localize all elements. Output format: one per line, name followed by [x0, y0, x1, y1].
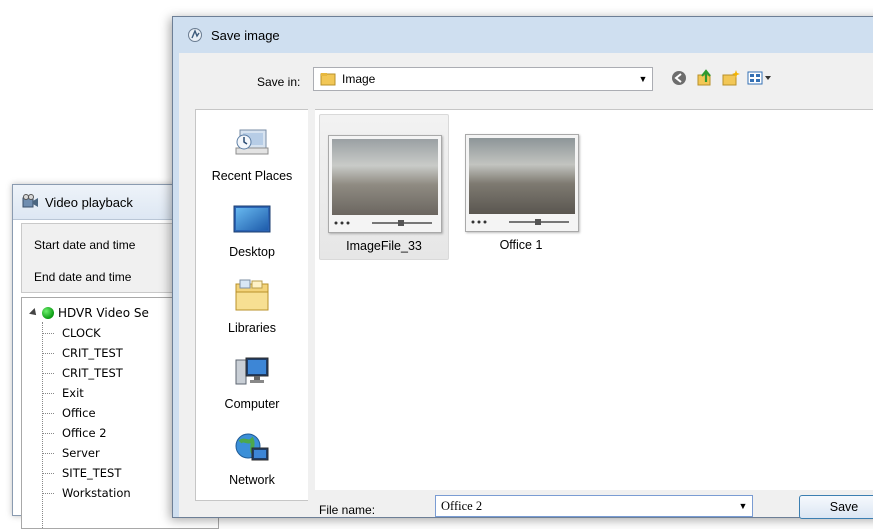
- place-label: Desktop: [229, 245, 275, 259]
- network-icon: [235, 433, 269, 461]
- tree-item-label: SITE_TEST: [62, 466, 122, 480]
- place-label: Network: [229, 473, 275, 487]
- file-name-input[interactable]: Office 2 ▼: [435, 495, 753, 517]
- folder-icon: [320, 73, 336, 86]
- view-menu-icon[interactable]: [747, 68, 775, 88]
- start-date-label: Start date and time: [34, 238, 136, 252]
- tree-item-label: CRIT_TEST: [62, 346, 123, 360]
- file-name-value[interactable]: Office 2: [436, 499, 734, 514]
- tree-root-label: HDVR Video Se: [58, 306, 149, 320]
- dialog-title-bar[interactable]: Save image: [173, 17, 873, 53]
- tree-item[interactable]: CRIT_TEST: [42, 346, 123, 360]
- libraries-icon: [235, 279, 269, 311]
- dialog-body: Save in: Image ▼ Recent Places Desktop L…: [179, 53, 873, 519]
- tree-connector: [42, 412, 54, 414]
- back-icon[interactable]: [669, 68, 689, 88]
- tree-root[interactable]: HDVR Video Se: [29, 306, 149, 320]
- tree-item-label: Exit: [62, 386, 84, 400]
- file-thumbnail: [328, 135, 442, 233]
- dialog-toolbar: [669, 68, 775, 88]
- tree-connector: [42, 492, 54, 494]
- place-label: Recent Places: [211, 169, 293, 183]
- tree-item-label: CRIT_TEST: [62, 366, 123, 380]
- tree-item[interactable]: SITE_TEST: [42, 466, 121, 480]
- video-playback-icon: [22, 194, 38, 208]
- tree-item[interactable]: Workstation: [42, 486, 131, 500]
- thumbnail-controls-icon: [471, 219, 569, 225]
- tree-item-label: Server: [62, 446, 100, 460]
- place-recent-places[interactable]: Recent Places: [196, 126, 308, 183]
- file-thumbnail: [465, 134, 579, 232]
- place-network[interactable]: Network: [196, 430, 308, 487]
- tree-item-label: Office 2: [62, 426, 107, 440]
- place-label: Computer: [224, 397, 280, 411]
- desktop-icon: [233, 205, 271, 233]
- new-folder-icon[interactable]: [721, 68, 741, 88]
- recent-places-icon: [235, 129, 269, 155]
- app-icon: [188, 28, 202, 42]
- file-item-imagefile-33[interactable]: ImageFile_33: [319, 114, 449, 260]
- place-label: Libraries: [228, 321, 276, 335]
- computer-icon: [235, 357, 269, 385]
- thumbnail-controls-icon: [334, 220, 432, 226]
- server-online-icon: [42, 307, 54, 319]
- tree-item[interactable]: Office: [42, 406, 96, 420]
- tree-item[interactable]: Exit: [42, 386, 84, 400]
- tree-item[interactable]: Office 2: [42, 426, 107, 440]
- end-date-label: End date and time: [34, 270, 132, 284]
- dialog-title: Save image: [211, 27, 280, 43]
- file-list-area[interactable]: ImageFile_33 Office 1: [315, 109, 873, 490]
- tree-item[interactable]: Server: [42, 446, 100, 460]
- tree-item[interactable]: CLOCK: [42, 326, 101, 340]
- file-name-caption: Office 1: [499, 238, 543, 252]
- file-name-label: File name:: [319, 503, 376, 517]
- chevron-down-icon[interactable]: ▼: [634, 74, 652, 84]
- save-image-dialog: Save image Save in: Image ▼ Recent Place…: [172, 16, 873, 519]
- tree-item-label: Office: [62, 406, 96, 420]
- tree-connector: [42, 452, 54, 454]
- save-in-dropdown[interactable]: Image ▼: [313, 67, 653, 91]
- tree-item-label: Workstation: [62, 486, 131, 500]
- tree-connector: [42, 372, 54, 374]
- tree-connector: [42, 392, 54, 394]
- file-name-caption: ImageFile_33: [346, 239, 422, 253]
- place-desktop[interactable]: Desktop: [196, 202, 308, 259]
- place-libraries[interactable]: Libraries: [196, 278, 308, 335]
- tree-item-label: CLOCK: [62, 326, 101, 340]
- file-item-office-1[interactable]: Office 1: [457, 114, 585, 258]
- tree-connector: [42, 432, 54, 434]
- chevron-down-icon[interactable]: ▼: [734, 501, 752, 511]
- tree-connector: [42, 352, 54, 354]
- tree-item[interactable]: CRIT_TEST: [42, 366, 123, 380]
- tree-connector: [42, 332, 54, 334]
- place-computer[interactable]: Computer: [196, 354, 308, 411]
- places-bar: Recent Places Desktop Libraries Computer…: [195, 109, 308, 501]
- up-folder-icon[interactable]: [695, 68, 715, 88]
- save-in-value: Image: [342, 72, 376, 86]
- video-playback-title: Video playback: [45, 194, 133, 210]
- expand-arrow-icon[interactable]: [29, 308, 39, 318]
- save-in-label: Save in:: [257, 75, 301, 89]
- save-button[interactable]: Save: [799, 495, 873, 519]
- tree-connector: [42, 472, 54, 474]
